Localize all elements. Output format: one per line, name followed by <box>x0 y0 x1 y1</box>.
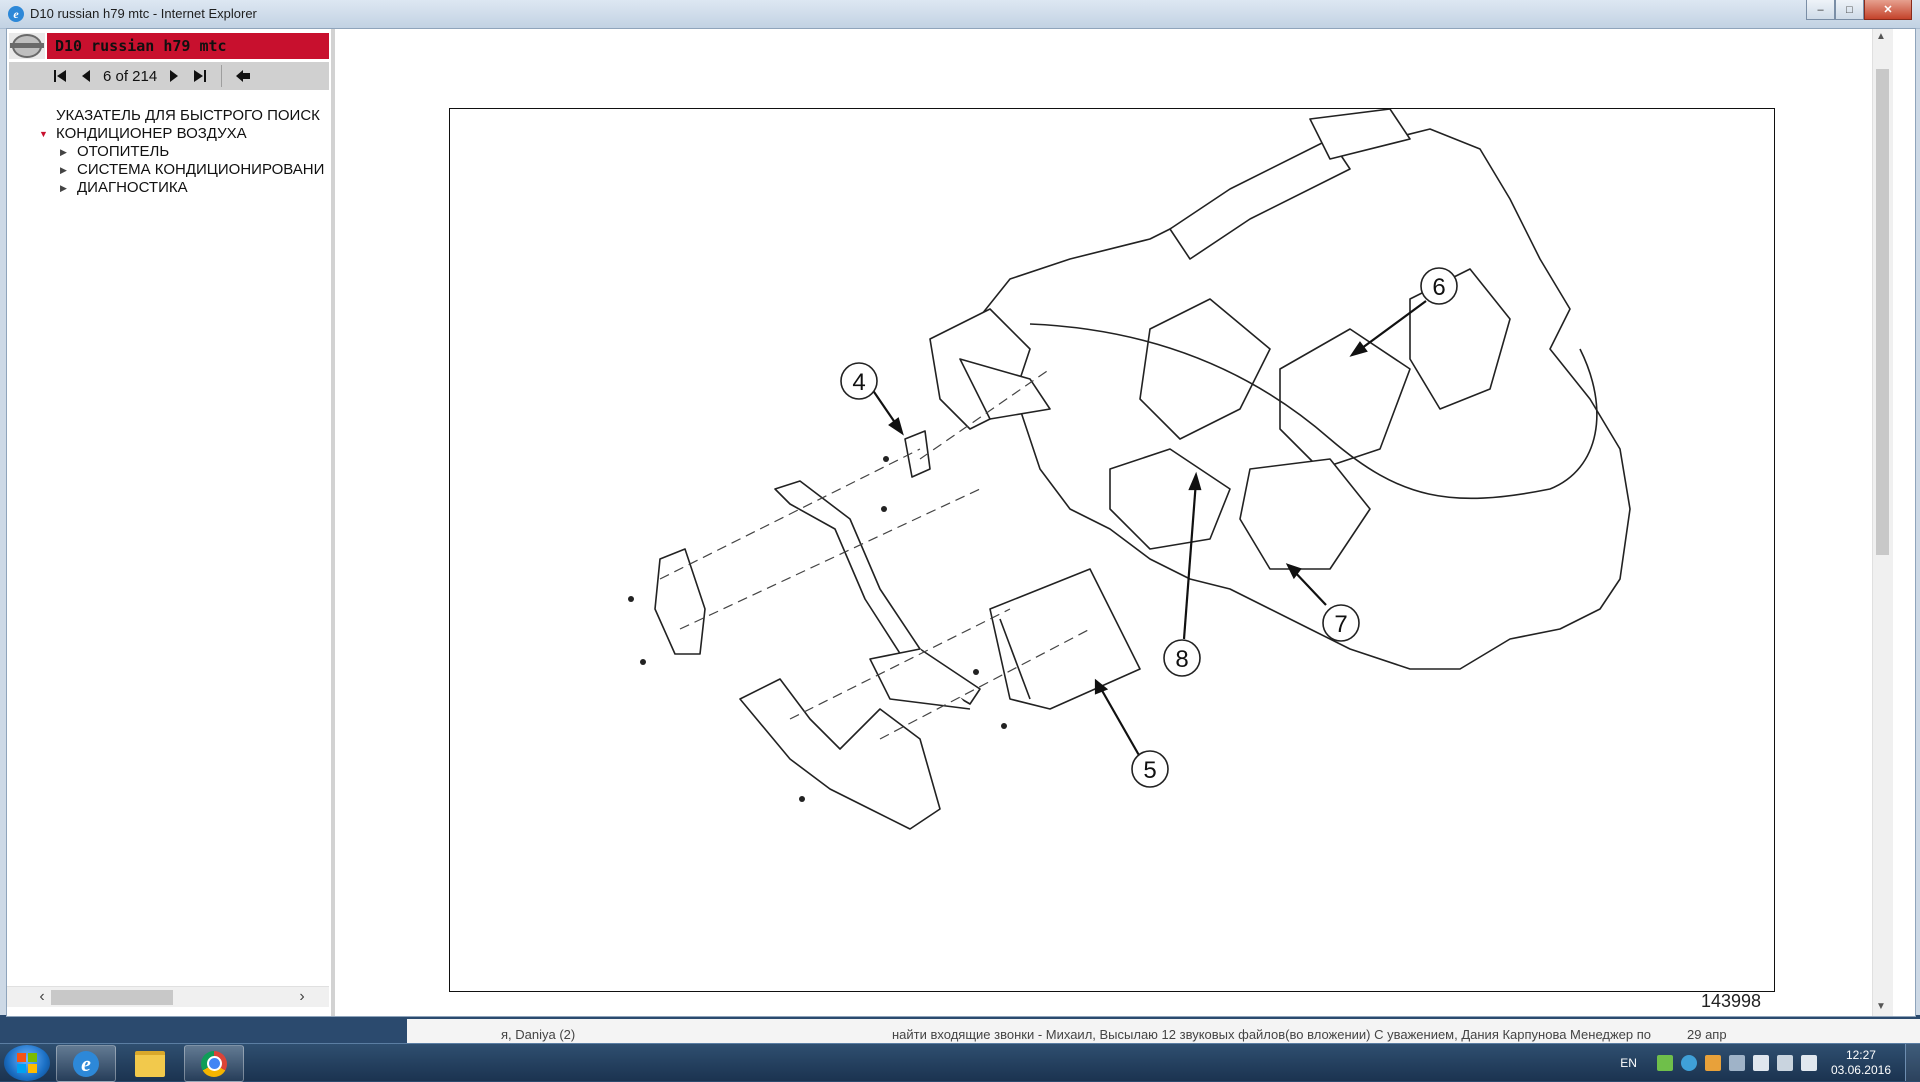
security-icon[interactable] <box>1704 1054 1721 1071</box>
title-bar[interactable]: e D10 russian h79 mtc - Internet Explore… <box>0 0 1920 29</box>
back-arrow-icon <box>236 70 251 82</box>
clock[interactable]: 12:27 03.06.2016 <box>1831 1048 1891 1078</box>
scroll-up-arrow-icon[interactable]: ▲ <box>1876 31 1886 42</box>
scrollbar-thumb[interactable] <box>51 990 173 1005</box>
previous-page-icon <box>82 70 90 82</box>
table-of-contents: УКАЗАТЕЛЬ ДЛЯ БЫСТРОГО ПОИСК ▼ КОНДИЦИОН… <box>7 107 329 197</box>
exploded-view-figure: 4 6 7 8 5 <box>449 108 1775 992</box>
folder-icon <box>135 1050 165 1077</box>
page-indicator: 6 of 214 <box>103 67 158 85</box>
document-sidebar: D10 russian h79 mtc 6 of 214 УКАЗАТЕЛЬ Д… <box>7 29 335 1016</box>
nav-separator <box>221 65 223 87</box>
document-header: D10 russian h79 mtc <box>9 33 329 59</box>
minimize-button[interactable]: – <box>1806 0 1835 20</box>
expanded-arrow-icon[interactable]: ▼ <box>39 125 48 143</box>
scrollbar-thumb[interactable] <box>1876 69 1889 555</box>
close-button[interactable]: ✕ <box>1864 0 1912 20</box>
toc-item-ac-system[interactable]: ▶ СИСТЕМА КОНДИЦИОНИРОВАНИ <box>7 161 329 179</box>
internet-explorer-icon: e <box>73 1050 99 1077</box>
clock-time: 12:27 <box>1845 1047 1876 1062</box>
background-email-row[interactable]: я, Daniya (2) найти входящие звонки - Ми… <box>407 1019 1920 1043</box>
email-date: 29 апр <box>1687 1027 1727 1042</box>
start-button[interactable] <box>4 1045 50 1081</box>
content-vertical-scrollbar[interactable]: ▲ ▼ <box>1872 29 1893 1016</box>
previous-page-button[interactable] <box>73 63 99 89</box>
hvac-unit-illustration: 4 6 7 8 5 <box>628 109 1631 830</box>
show-desktop-button[interactable] <box>1905 1044 1920 1081</box>
toc-item-label: УКАЗАТЕЛЬ ДЛЯ БЫСТРОГО ПОИСК <box>56 107 320 124</box>
email-snippet: найти входящие звонки - Михаил, Высылаю … <box>892 1027 1652 1042</box>
brand-logo <box>9 33 47 59</box>
figure-number: 143998 <box>1701 991 1762 1011</box>
first-page-button[interactable] <box>47 63 73 89</box>
network-icon[interactable] <box>1656 1054 1673 1071</box>
toc-item-quick-index[interactable]: УКАЗАТЕЛЬ ДЛЯ БЫСТРОГО ПОИСК <box>7 107 329 125</box>
scroll-down-arrow-icon[interactable]: ▼ <box>1876 1001 1886 1012</box>
taskbar-internet-explorer[interactable]: e <box>56 1045 116 1082</box>
last-page-button[interactable] <box>187 63 213 89</box>
callout-6-label: 6 <box>1432 274 1445 301</box>
language-indicator[interactable]: EN <box>1620 1056 1637 1070</box>
window-title: D10 russian h79 mtc - Internet Explorer <box>30 6 257 21</box>
chrome-icon <box>201 1050 227 1077</box>
clock-date: 03.06.2016 <box>1830 1062 1891 1077</box>
toc-item-label: СИСТЕМА КОНДИЦИОНИРОВАНИ <box>77 161 325 178</box>
flag-icon[interactable] <box>1752 1054 1769 1071</box>
display-icon[interactable] <box>1728 1054 1745 1071</box>
ie-window: e D10 russian h79 mtc - Internet Explore… <box>0 0 1920 1017</box>
browser-client-area: D10 russian h79 mtc 6 of 214 УКАЗАТЕЛЬ Д… <box>6 28 1916 1017</box>
next-page-button[interactable] <box>161 63 187 89</box>
scroll-right-arrow-icon[interactable]: › <box>293 988 311 1006</box>
window-controls: – □ ✕ <box>1806 0 1912 20</box>
callout-7-label: 7 <box>1334 611 1347 638</box>
collapsed-arrow-icon[interactable]: ▶ <box>60 161 67 179</box>
taskbar: e EN 12:27 03.06.2016 <box>0 1043 1920 1082</box>
windows-logo-icon <box>17 1053 37 1073</box>
volume-icon[interactable] <box>1800 1054 1817 1071</box>
toc-item-heater[interactable]: ▶ ОТОПИТЕЛЬ <box>7 143 329 161</box>
email-sender: я, Daniya (2) <box>501 1027 576 1042</box>
toc-item-label: ДИАГНОСТИКА <box>77 179 188 196</box>
document-title: D10 russian h79 mtc <box>55 37 227 55</box>
first-page-icon <box>54 70 66 82</box>
page-navigation-bar: 6 of 214 <box>9 62 329 90</box>
sync-icon[interactable] <box>1680 1054 1697 1071</box>
sidebar-horizontal-scrollbar[interactable]: ‹ › <box>7 986 329 1007</box>
toc-item-diagnostics[interactable]: ▶ ДИАГНОСТИКА <box>7 179 329 197</box>
back-button[interactable] <box>230 63 256 89</box>
next-page-icon <box>170 70 179 82</box>
collapsed-arrow-icon[interactable]: ▶ <box>60 143 67 161</box>
ie-app-icon: e <box>8 6 24 22</box>
collapsed-arrow-icon[interactable]: ▶ <box>60 179 67 197</box>
toc-item-air-conditioner[interactable]: ▼ КОНДИЦИОНЕР ВОЗДУХА <box>7 125 329 143</box>
scroll-left-arrow-icon[interactable]: ‹ <box>33 988 51 1006</box>
toc-item-label: КОНДИЦИОНЕР ВОЗДУХА <box>56 125 247 142</box>
monitor-icon[interactable] <box>1776 1054 1793 1071</box>
taskbar-file-explorer[interactable] <box>120 1045 180 1082</box>
toc-item-label: ОТОПИТЕЛЬ <box>77 143 170 160</box>
callout-4-label: 4 <box>852 369 865 396</box>
document-content: 4 6 7 8 5 143998 ▲ ▼ <box>337 29 1893 1016</box>
maximize-button[interactable]: □ <box>1835 0 1864 20</box>
last-page-icon <box>194 70 207 82</box>
system-tray: EN 12:27 03.06.2016 <box>1620 1044 1920 1081</box>
taskbar-chrome[interactable] <box>184 1045 244 1082</box>
callout-5-label: 5 <box>1143 757 1156 784</box>
callout-8-label: 8 <box>1175 646 1188 673</box>
